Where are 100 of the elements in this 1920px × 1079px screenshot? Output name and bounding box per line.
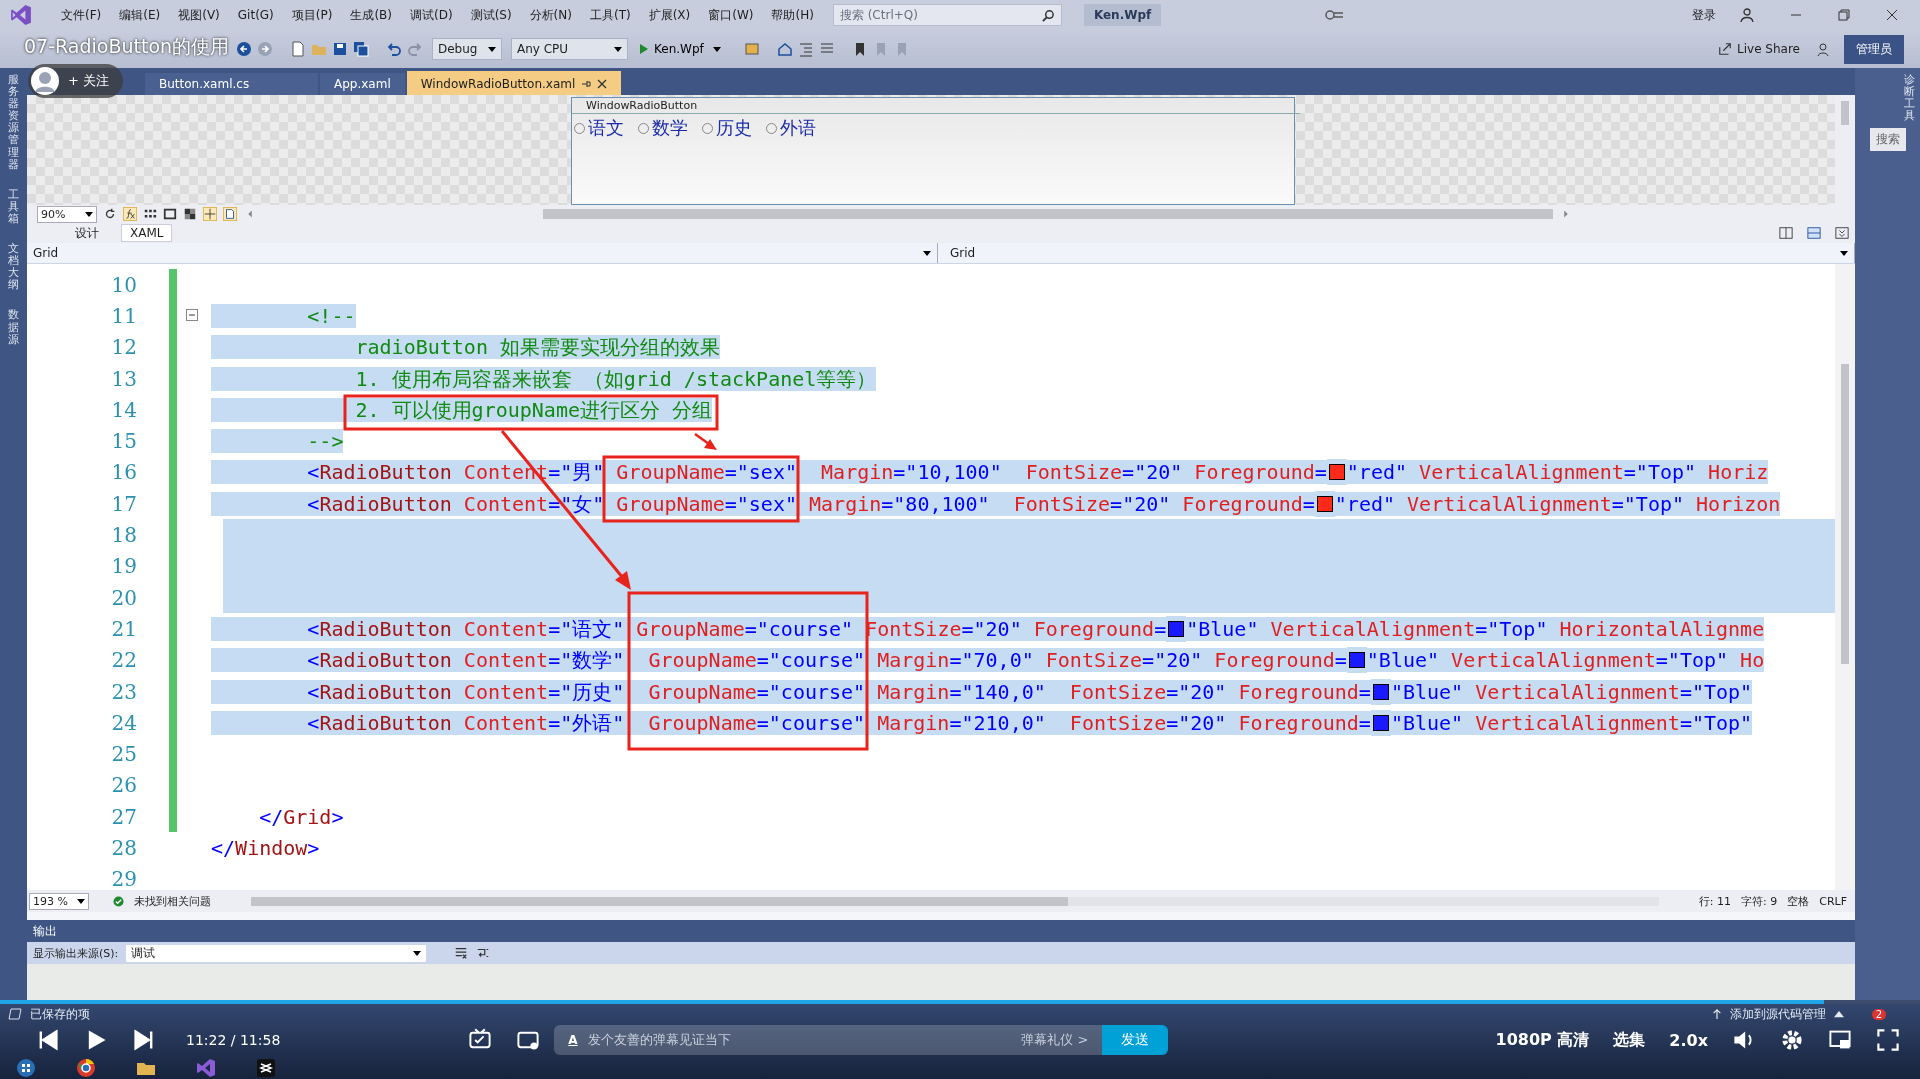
undo-icon[interactable] [386,41,402,57]
playback-time: 11:22 / 11:58 [186,1032,281,1048]
search-field[interactable]: 搜索 (Ctrl+Q) [832,4,1062,26]
new-file-icon[interactable] [290,41,306,57]
zoom-dropdown[interactable]: 193 % [29,892,89,910]
solution-name: Ken.Wpf [1083,4,1162,26]
vs-logo-icon [10,4,32,26]
code-text: --> [211,428,344,455]
split-horizontal-icon[interactable] [1807,226,1821,240]
side-panel-tab[interactable]: 诊断工具 [1904,74,1915,123]
menu-item[interactable]: 工具(T) [582,6,638,24]
menu-item[interactable]: 生成(B) [343,6,399,24]
navigation-dropdown[interactable]: Grid [27,243,938,263]
side-panel-tab[interactable]: 文档大纲 [8,243,19,292]
document-tab[interactable]: WindowRadioButton.xaml [406,71,622,95]
menu-item[interactable]: 分析(N) [522,6,579,24]
issues-status[interactable]: 未找到相关问题 [134,893,211,909]
follow-button[interactable]: + 关注 [28,64,124,98]
view-tab[interactable]: 设计 [67,223,107,243]
side-panel-tab[interactable]: 工具箱 [8,188,19,226]
code-text: <RadioButton Content="外语" GroupName="course" Margin="210,0" FontSize="20" Foreground= [211,709,1371,736]
caret-icon [488,46,496,52]
column-indicator: 字符: 9 [1741,893,1778,909]
admin-badge[interactable]: 管理员 [1844,34,1904,64]
start-button[interactable]: Ken.Wpf [633,40,727,58]
menu-item[interactable]: 帮助(H) [764,6,821,24]
menu-item[interactable]: 窗口(W) [701,6,761,24]
source-control-button[interactable]: 添加到源代码管理 [1729,1005,1826,1023]
search-field[interactable]: 搜索 [1869,128,1906,151]
split-icon[interactable] [1779,226,1793,240]
settings-icon[interactable] [1780,1028,1804,1052]
episodes-button[interactable]: 选集 [1613,1029,1646,1051]
layout-icon[interactable] [163,207,177,221]
platform-dropdown[interactable]: Any CPU [511,38,628,60]
scrollbar-thumb[interactable] [251,896,1068,906]
checker-icon[interactable] [183,207,197,221]
function-icon[interactable] [123,207,137,221]
caret-icon [1833,1009,1844,1019]
restore-icon[interactable] [1836,7,1852,23]
speed-button[interactable]: 2.0x [1669,1030,1708,1050]
person-icon[interactable] [1740,7,1756,23]
menu-item[interactable]: 测试(S) [463,6,519,24]
side-panel-tab[interactable]: 服务器资源管理器 [8,74,19,171]
radio-button[interactable]: 外语 [766,116,816,140]
close-icon[interactable] [597,79,608,89]
back-icon[interactable] [236,41,252,57]
menu-item[interactable]: 编辑(E) [112,6,168,24]
pin-icon[interactable] [581,79,592,89]
code-text: "Blue" VerticalAlignment="Top" [1390,709,1753,736]
side-panel-tab[interactable]: 数据源 [8,309,19,346]
menu-item[interactable]: 扩展(X) [641,6,698,24]
document-icon[interactable] [223,207,237,221]
grid-icon[interactable] [143,207,157,221]
menu-item[interactable]: 项目(P) [284,6,340,24]
menu-item[interactable]: 文件(F) [54,6,109,24]
live-share-button[interactable]: Live Share [1718,42,1800,56]
radio-button[interactable]: 语文 [574,116,624,140]
radio-button[interactable]: 历史 [702,116,752,140]
key-icon[interactable] [1325,9,1346,21]
line-number: 22 [110,648,137,673]
source-dropdown[interactable]: 调试 [126,944,427,962]
home-icon[interactable] [776,41,793,57]
configuration-dropdown[interactable]: Debug [432,38,502,60]
scrollbar-thumb[interactable] [543,209,1553,219]
sign-in-link[interactable]: 登录 [1692,6,1716,24]
quality-button[interactable]: 1080P 高清 [1495,1029,1590,1051]
indent-icon[interactable] [797,41,814,57]
menu-item[interactable]: Git(G) [230,8,281,22]
caret-icon [413,950,422,956]
line-number: 23 [110,679,137,704]
close-icon[interactable] [1884,7,1900,23]
clear-icon[interactable] [454,946,469,960]
collapse-icon[interactable] [1835,226,1849,240]
save-icon[interactable] [332,41,348,57]
line-ending-indicator[interactable]: CRLF [1819,894,1847,908]
danmaku-input[interactable]: A 发个友善的弹幕见证当下 弹幕礼仪 > [554,1025,1103,1055]
radio-button[interactable]: 数学 [638,116,688,140]
zoom-dropdown[interactable]: 90% [37,205,97,223]
collapse-icon[interactable] [186,308,198,321]
line-number: 29 [110,867,137,890]
video-editor-icon[interactable] [256,1057,276,1078]
code-text: "Blue" VerticalAlignment="Top" [1390,678,1753,705]
indent-indicator[interactable]: 空格 [1787,893,1810,909]
document-tab[interactable]: Button.xaml.cs [145,73,318,95]
visual-studio-icon[interactable] [196,1057,216,1078]
view-tab[interactable]: XAML [121,224,173,242]
code-text: radioButton 如果需要实现分组的效果 [211,334,720,361]
menu-item[interactable]: 视图(V) [171,6,227,24]
refresh-icon[interactable] [103,207,117,221]
scrollbar-thumb[interactable] [1841,101,1849,125]
fullscreen-icon[interactable] [1876,1028,1900,1052]
color-swatch [1370,678,1391,705]
save-all-icon[interactable] [353,41,369,57]
start-button-icon[interactable] [16,1057,36,1078]
scrollbar-thumb[interactable] [1841,364,1849,664]
notification-badge[interactable]: 2 [1871,1008,1886,1020]
menu-item[interactable]: 调试(D) [403,6,460,24]
wrap-icon[interactable] [476,946,491,960]
document-tab[interactable]: App.xaml [320,73,405,95]
line-number: 21 [110,616,137,641]
